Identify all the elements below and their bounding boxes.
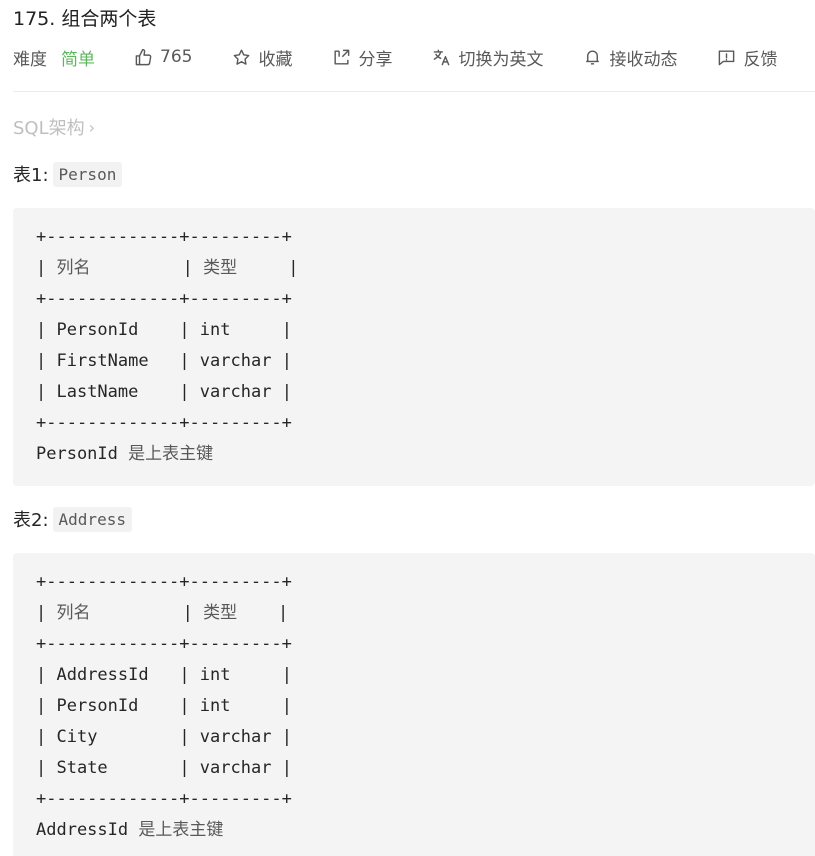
translate-label: 切换为英文	[458, 49, 544, 70]
column-type: int	[199, 320, 231, 340]
table-row: | FirstName | varchar |	[36, 351, 292, 371]
primary-key-text: 是上表主键	[128, 444, 214, 464]
difficulty: 难度 简单	[13, 45, 95, 70]
problem-meta-bar: 难度 简单 765 收藏 分享 切换为英文 接收动态 反馈	[13, 44, 815, 70]
share-icon	[334, 49, 350, 65]
divider	[13, 91, 815, 92]
thumbs-up-icon	[135, 48, 152, 65]
column-name: FirstName	[56, 351, 149, 371]
primary-key-note: PersonId 是上表主键	[36, 439, 792, 470]
difficulty-label: 难度	[13, 49, 47, 70]
table-border: +-------------+---------+	[36, 227, 292, 247]
notify-button[interactable]: 接收动态	[583, 45, 677, 70]
favorite-button[interactable]: 收藏	[232, 45, 292, 70]
column-header-name: 列名	[56, 603, 91, 623]
table-row: | PersonId | int |	[36, 320, 292, 340]
tag-sql-schema-link[interactable]: SQL架构 ›	[13, 114, 95, 140]
translate-icon	[434, 49, 450, 65]
primary-key-text: 是上表主键	[138, 820, 224, 840]
favorite-label: 收藏	[258, 49, 293, 70]
table2-heading-label: 表2:	[13, 510, 49, 531]
column-type: varchar	[199, 351, 272, 371]
column-name: PersonId	[56, 696, 139, 716]
like-count: 765	[160, 47, 193, 67]
table-row: | City | varchar |	[36, 727, 292, 747]
translate-button[interactable]: 切换为英文	[432, 45, 543, 70]
table-border: +-------------+---------+	[36, 789, 292, 809]
table-row: | PersonId | int |	[36, 696, 292, 716]
like-button[interactable]: 765	[134, 47, 192, 67]
table-border: +-------------+---------+	[36, 572, 292, 592]
table-header-row: | 列名 | 类型 |	[36, 603, 289, 623]
table1-schema-block: +-------------+---------+ | 列名 | 类型 | +-…	[13, 208, 815, 486]
column-header-type: 类型	[203, 258, 238, 278]
column-name: PersonId	[56, 320, 139, 340]
star-icon	[234, 49, 250, 65]
feedback-button[interactable]: 反馈	[717, 45, 777, 70]
table-border: +-------------+---------+	[36, 634, 292, 654]
primary-key-note: AddressId 是上表主键	[36, 815, 792, 846]
table-border: +-------------+---------+	[36, 289, 292, 309]
table-border: +-------------+---------+	[36, 413, 292, 433]
column-name: State	[56, 758, 108, 778]
table-row: | AddressId | int |	[36, 665, 292, 685]
column-header-name: 列名	[56, 258, 91, 278]
primary-key-column: PersonId	[36, 444, 118, 464]
page-title: 175. 组合两个表	[13, 8, 157, 30]
share-button[interactable]: 分享	[332, 45, 392, 70]
column-header-type: 类型	[203, 603, 238, 623]
table-row: | LastName | varchar |	[36, 382, 292, 402]
difficulty-value: 简单	[61, 49, 95, 70]
table-row: | State | varchar |	[36, 758, 292, 778]
feedback-icon	[719, 49, 735, 65]
tag-label: SQL架构	[13, 118, 85, 139]
chevron-right-icon: ›	[88, 117, 96, 137]
column-type: int	[199, 696, 231, 716]
table-header-row: | 列名 | 类型 |	[36, 258, 299, 278]
table1-name: Person	[52, 161, 123, 187]
feedback-label: 反馈	[743, 49, 778, 70]
notify-label: 接收动态	[609, 49, 678, 70]
table1-heading-label: 表1:	[13, 165, 49, 186]
column-name: LastName	[56, 382, 139, 402]
column-type: varchar	[199, 727, 272, 747]
table2-name: Address	[52, 506, 132, 532]
column-type: varchar	[199, 758, 272, 778]
column-name: AddressId	[56, 665, 149, 685]
column-type: varchar	[199, 382, 272, 402]
primary-key-column: AddressId	[36, 820, 129, 840]
table2-schema-block: +-------------+---------+ | 列名 | 类型 | +-…	[13, 553, 815, 856]
table2-heading: 表2: Address	[13, 506, 132, 532]
column-type: int	[199, 665, 231, 685]
table1-heading: 表1: Person	[13, 161, 123, 187]
share-label: 分享	[358, 49, 393, 70]
column-name: City	[56, 727, 98, 747]
bell-icon	[586, 50, 600, 65]
